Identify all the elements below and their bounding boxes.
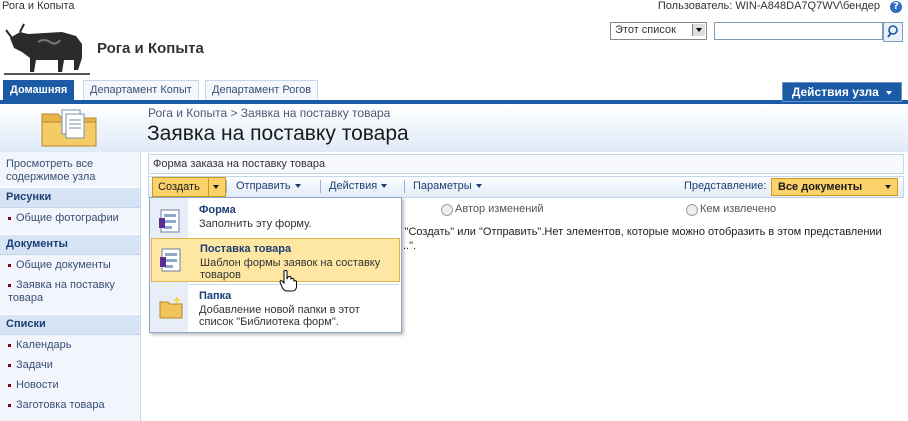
title-area bbox=[0, 104, 908, 152]
nav-item-shared-docs[interactable]: Общие документы bbox=[8, 259, 136, 272]
tab-home[interactable]: Домашняя bbox=[3, 80, 75, 100]
menu-item-title: Папка bbox=[199, 290, 232, 302]
top-breadcrumb[interactable]: Рога и Копыта bbox=[2, 0, 75, 12]
form-icon bbox=[159, 209, 180, 233]
form-template-icon bbox=[160, 248, 181, 272]
menu-item-folder[interactable]: Папка Добавление новой папки в этот спис… bbox=[151, 286, 400, 330]
upload-button[interactable]: Отправить bbox=[236, 180, 301, 192]
menu-item-desc: Заполнить эту форму. bbox=[199, 218, 312, 230]
nav-item-tasks[interactable]: Задачи bbox=[8, 359, 136, 372]
chevron-down-icon[interactable] bbox=[692, 24, 705, 36]
view-label: Представление: bbox=[684, 180, 767, 192]
menu-item-title: Поставка товара bbox=[200, 243, 292, 255]
empty-list-message: у "Создать" или "Отправить".Нет элементо… bbox=[396, 226, 882, 252]
nav-item-calendar[interactable]: Календарь bbox=[8, 339, 136, 352]
column-header-checked-out-to[interactable]: Кем извлечено bbox=[700, 203, 776, 215]
nav-header-pictures[interactable]: Рисунки bbox=[0, 187, 140, 208]
site-title[interactable]: Рога и Копыта bbox=[97, 40, 204, 57]
breadcrumb[interactable]: Рога и Копыта > Заявка на поставку товар… bbox=[148, 106, 390, 120]
site-actions-menu[interactable]: Действия узла bbox=[782, 82, 902, 102]
view-select-value: Все документы bbox=[778, 181, 863, 193]
list-description: Форма заказа на поставку товара bbox=[148, 154, 904, 174]
actions-button[interactable]: Действия bbox=[329, 180, 388, 192]
nav-item-shared-photos[interactable]: Общие фотографии bbox=[8, 212, 136, 225]
nav-item-supply-request[interactable]: Заявка на поставку товара bbox=[8, 279, 136, 305]
column-radio[interactable] bbox=[441, 204, 453, 216]
chevron-down-icon bbox=[885, 185, 891, 189]
chevron-down-icon bbox=[886, 90, 893, 95]
tab-hooves-dept[interactable]: Департамент Копыт bbox=[83, 80, 199, 100]
site-actions-label: Действия узла bbox=[791, 85, 879, 99]
column-radio[interactable] bbox=[686, 204, 698, 216]
user-menu[interactable]: Пользователь: WIN-A848DA7Q7WV\бендер bbox=[658, 0, 880, 12]
form-library-icon bbox=[41, 109, 97, 147]
menu-item-desc: Добавление новой папки в этот список "Би… bbox=[199, 304, 360, 328]
search-scope-value: Этот список bbox=[615, 24, 676, 36]
view-all-content-link[interactable]: Просмотреть все содержимое узла bbox=[6, 158, 136, 184]
chevron-down-icon[interactable] bbox=[213, 185, 219, 189]
cow-logo[interactable] bbox=[2, 18, 92, 76]
folder-icon bbox=[159, 296, 183, 319]
nav-header-lists[interactable]: Списки bbox=[0, 314, 140, 335]
search-icon[interactable] bbox=[883, 22, 903, 42]
menu-item-desc: Шаблон формы заявок на составку товаров bbox=[200, 257, 381, 281]
menu-item-supply-template[interactable]: Поставка товара Шаблон формы заявок на с… bbox=[151, 238, 400, 282]
view-select[interactable]: Все документы bbox=[771, 178, 898, 196]
hand-cursor-icon bbox=[279, 270, 297, 292]
menu-item-title: Форма bbox=[199, 204, 236, 216]
nav-item-goods-stock[interactable]: Заготовка товара bbox=[8, 399, 136, 412]
search-scope-select[interactable]: Этот список bbox=[610, 22, 707, 40]
help-icon[interactable]: ? bbox=[890, 1, 902, 13]
settings-button[interactable]: Параметры bbox=[413, 180, 482, 192]
new-button[interactable]: Создать bbox=[152, 177, 226, 197]
search-input[interactable] bbox=[714, 22, 883, 40]
top-bar: Рога и Копыта Пользователь: WIN-A848DA7Q… bbox=[0, 0, 908, 14]
tab-horns-dept[interactable]: Департамент Рогов bbox=[205, 80, 319, 100]
column-header-modified-by[interactable]: Автор изменений bbox=[455, 203, 544, 215]
new-button-label: Создать bbox=[158, 181, 200, 193]
nav-header-documents[interactable]: Документы bbox=[0, 234, 140, 255]
top-nav-bar: Домашняя Департамент Копыт Департамент Р… bbox=[0, 80, 908, 104]
page-title: Заявка на поставку товара bbox=[147, 122, 409, 145]
nav-item-news[interactable]: Новости bbox=[8, 379, 136, 392]
new-dropdown-menu: Форма Заполнить эту форму. Поставка това… bbox=[149, 197, 402, 333]
